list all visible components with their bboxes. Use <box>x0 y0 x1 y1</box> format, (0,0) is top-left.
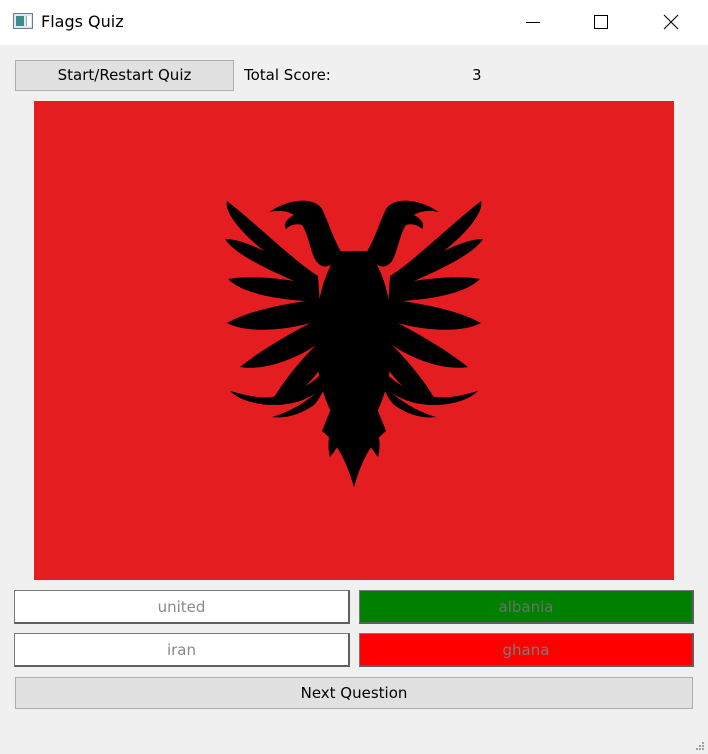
maximize-icon <box>594 15 608 29</box>
title-bar: Flags Quiz <box>0 0 708 45</box>
answer-button-albania[interactable]: albania <box>359 590 694 624</box>
close-button[interactable] <box>648 0 694 45</box>
resize-grip-icon[interactable] <box>695 741 705 751</box>
answer-button-united[interactable]: united <box>14 590 350 624</box>
app-window-icon <box>13 13 33 29</box>
answer-button-iran[interactable]: iran <box>14 633 350 667</box>
total-score-value: 3 <box>472 66 482 84</box>
minimize-icon <box>526 22 540 23</box>
close-icon <box>663 14 679 30</box>
minimize-button[interactable] <box>510 0 556 45</box>
start-restart-quiz-button[interactable]: Start/Restart Quiz <box>15 60 234 91</box>
total-score-label: Total Score: <box>244 66 331 84</box>
answer-button-ghana[interactable]: ghana <box>359 633 694 667</box>
next-question-button[interactable]: Next Question <box>15 677 693 709</box>
maximize-button[interactable] <box>578 0 624 45</box>
double-headed-eagle-icon <box>225 200 483 487</box>
flag-image <box>34 101 674 580</box>
window-title: Flags Quiz <box>41 12 124 31</box>
